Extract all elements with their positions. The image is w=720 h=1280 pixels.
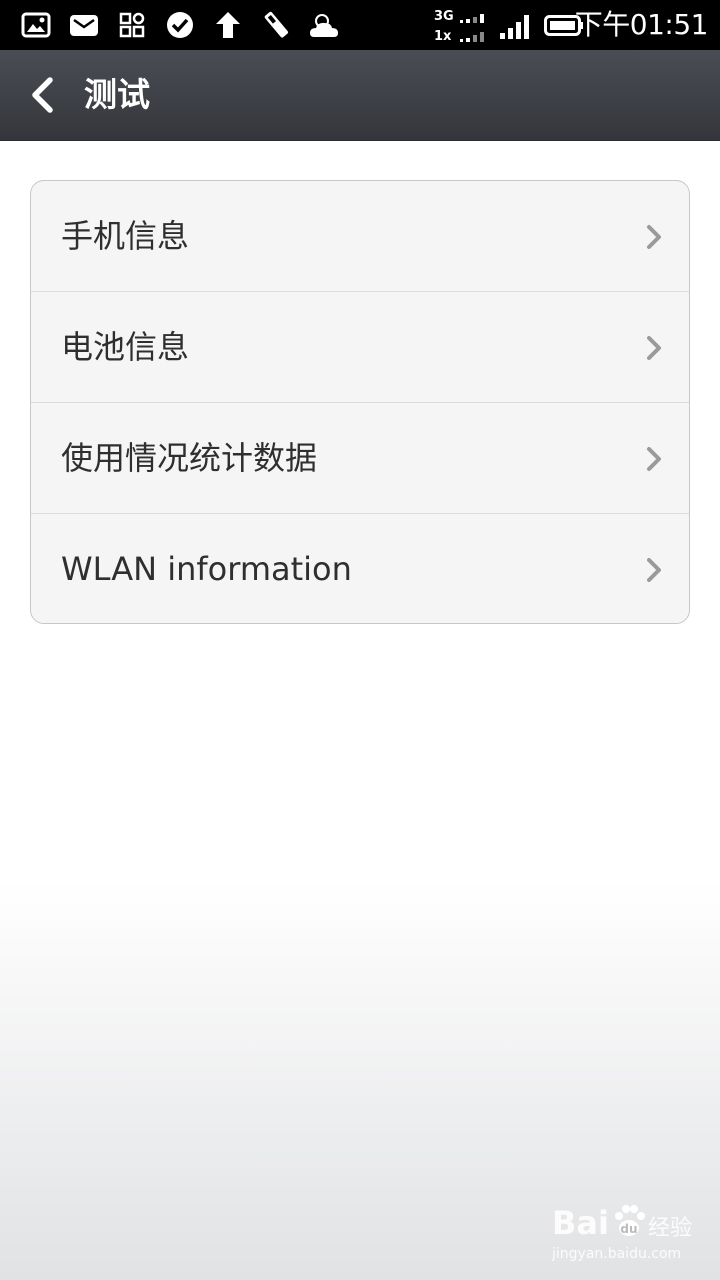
paw-logo-icon: du <box>615 1205 645 1236</box>
weather-cloudy-icon <box>310 14 338 37</box>
list-item-battery-info[interactable]: 电池信息 <box>31 292 689 403</box>
status-bar: 3G 1x 下午01:51 <box>0 0 720 50</box>
list-item-label: 电池信息 <box>61 328 190 366</box>
chevron-right-icon <box>647 447 661 471</box>
network-1x-label: 1x <box>434 29 452 44</box>
page-title: 测试 <box>84 75 150 114</box>
check-circle-icon <box>167 12 193 38</box>
list-item-wlan-info[interactable]: WLAN information <box>31 514 689 623</box>
upload-arrow-icon <box>216 12 240 38</box>
watermark-brand: Bai <box>552 1204 609 1242</box>
mail-icon <box>70 15 98 36</box>
action-bar: 测试 <box>0 50 720 140</box>
network-3g-label: 3G <box>434 9 454 24</box>
back-button[interactable] <box>20 72 66 118</box>
list-item-label: WLAN information <box>61 550 352 588</box>
network-indicator: 3G 1x <box>434 6 490 44</box>
svg-text:du: du <box>620 1222 637 1236</box>
watermark-suffix: 经验 <box>648 1216 693 1241</box>
apps-grid-icon <box>119 12 145 38</box>
list-item-label: 使用情况统计数据 <box>61 439 318 477</box>
chevron-right-icon <box>647 336 661 360</box>
settings-list: 手机信息 电池信息 使用情况统计数据 WLAN information <box>30 180 690 624</box>
baidu-jingyan-watermark: Bai du 经验 jingyan.baidu.com <box>550 1200 700 1268</box>
signal-strength-icon <box>500 15 529 39</box>
wrench-icon <box>264 11 289 38</box>
list-item-usage-stats[interactable]: 使用情况统计数据 <box>31 403 689 514</box>
list-item-label: 手机信息 <box>61 217 190 255</box>
list-item-phone-info[interactable]: 手机信息 <box>31 181 689 292</box>
chevron-right-icon <box>647 225 661 249</box>
clock-time: 下午01:51 <box>574 8 709 41</box>
watermark-url: jingyan.baidu.com <box>552 1246 682 1262</box>
data-activity-icon <box>460 14 484 42</box>
gallery-icon <box>21 12 51 38</box>
chevron-right-icon <box>647 558 661 582</box>
